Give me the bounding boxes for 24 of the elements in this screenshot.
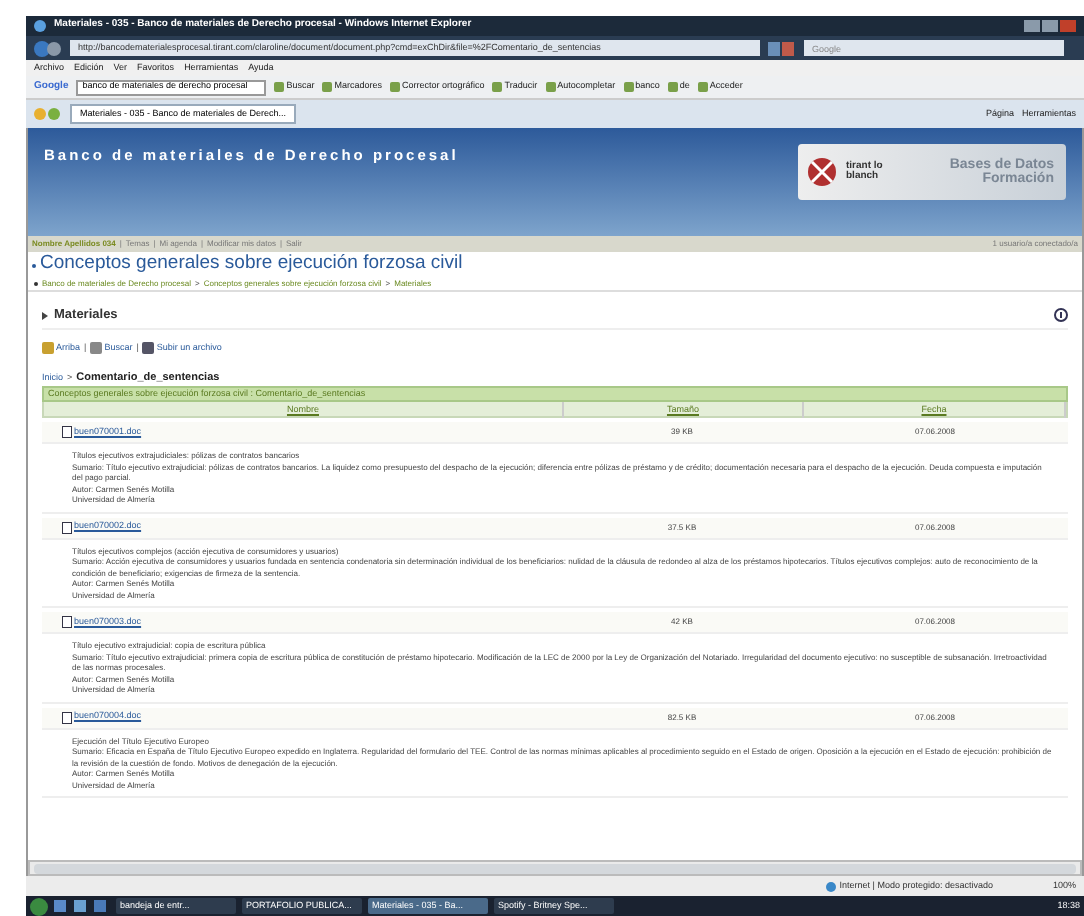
toolbar-icon (667, 82, 678, 92)
globe-icon (825, 881, 836, 891)
window-controls-icon (1024, 20, 1076, 32)
action-icon (42, 342, 54, 354)
toolbar-icon (697, 82, 708, 92)
page-title: Conceptos generales sobre ejecución forzosa civil (40, 250, 463, 279)
toolbar-icon (390, 82, 401, 92)
horizontal-scrollbar[interactable] (28, 860, 1082, 876)
toolbar-icon (545, 82, 556, 92)
action-icon (142, 342, 155, 354)
back-forward-icon (34, 39, 62, 57)
start-orb-icon (30, 897, 48, 915)
toolbar-icon (322, 82, 333, 92)
action-icon (90, 342, 103, 354)
logo-drawing (806, 154, 838, 190)
help-icon (1054, 308, 1068, 322)
toolbar-icon (623, 82, 634, 92)
toolbar-icon (492, 82, 503, 92)
toolbar-icon (274, 82, 285, 92)
triangle-icon (42, 311, 48, 319)
favorites-star-icon (34, 108, 62, 120)
ie-logo-icon (34, 20, 46, 32)
refresh-icon (768, 41, 796, 55)
quick-launch-icon (54, 900, 110, 912)
